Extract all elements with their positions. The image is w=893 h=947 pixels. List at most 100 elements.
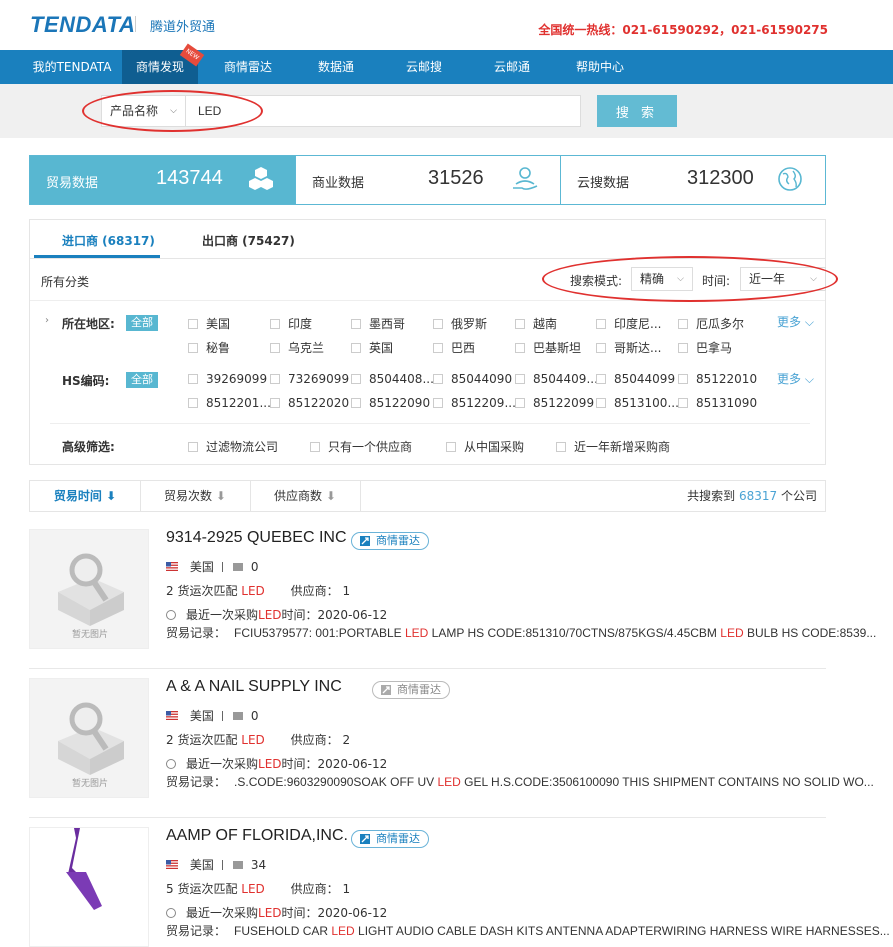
checkbox[interactable] [188,398,198,408]
hs-option[interactable]: 85044090 [433,372,512,386]
search-mode-select[interactable]: 精确 ⌵ [631,267,693,291]
hs-option[interactable]: 85122099 [515,396,594,410]
checkbox[interactable] [678,374,688,384]
region-option[interactable]: 越南 [515,315,557,332]
company-name[interactable]: AAMP OF FLORIDA,INC. [166,827,348,845]
search-button[interactable]: 搜 索 [597,95,677,127]
hs-option[interactable]: 85044099 [596,372,675,386]
radar-button[interactable]: 商情雷达 [351,532,429,550]
hs-option[interactable]: 73269099 [270,372,349,386]
checkbox[interactable] [270,374,280,384]
checkbox[interactable] [188,343,198,353]
checkbox[interactable] [433,319,443,329]
hs-option[interactable]: 85131090 [678,396,757,410]
time-select[interactable]: 近一年 ⌵ [740,267,826,291]
radar-button[interactable]: 商情雷达 [351,830,429,848]
checkbox[interactable] [515,319,525,329]
checkbox[interactable] [433,398,443,408]
hs-all-tag[interactable]: 全部 [126,372,158,388]
hs-option[interactable]: 85122020 [270,396,349,410]
hs-option[interactable]: 8512201... [188,396,271,410]
tendata-logo[interactable]: TENDATA [30,12,135,38]
checkbox[interactable] [596,319,606,329]
company-name[interactable]: A & A NAIL SUPPLY INC [166,678,342,696]
checkbox[interactable] [270,343,280,353]
hs-option[interactable]: 8512209... [433,396,516,410]
checkbox[interactable] [433,343,443,353]
stat-cloud-data[interactable]: 云搜数据 312300 [561,156,825,204]
region-option[interactable]: 秘鲁 [188,339,230,356]
hs-option[interactable]: 8504409... [515,372,598,386]
hs-option[interactable]: 8513100... [596,396,679,410]
checkbox[interactable] [596,374,606,384]
stat-trade-data[interactable]: 贸易数据 143744 [30,156,295,204]
nav-item-data[interactable]: 数据通 [298,50,374,84]
hotline-text: 全国统一热线：021-61590292，021-61590275 [538,23,828,37]
checkbox[interactable] [270,398,280,408]
region-option[interactable]: 巴西 [433,339,475,356]
nav-item-cloud-mail[interactable]: 云邮通 [474,50,550,84]
region-all-tag[interactable]: 全部 [126,315,158,331]
checkbox[interactable] [270,319,280,329]
region-option[interactable]: 哥斯达... [596,339,661,356]
tab-importers[interactable]: 进口商 (68317) [62,232,155,249]
checkbox[interactable] [678,398,688,408]
hs-option[interactable]: 85122090 [351,396,430,410]
nav-item-discovery[interactable]: 商情发现 NEW [122,43,205,84]
advanced-option[interactable]: 只有一个供应商 [310,438,412,455]
checkbox[interactable] [678,319,688,329]
checkbox[interactable] [515,398,525,408]
checkbox[interactable] [556,442,566,452]
nav-item-radar[interactable]: 商情雷达 [210,50,286,84]
checkbox[interactable] [188,374,198,384]
checkbox[interactable] [515,374,525,384]
sort-by-trade-time[interactable]: 贸易时间 ⬇ [30,481,140,511]
checkbox[interactable] [515,343,525,353]
region-more-link[interactable]: 更多 ⌵ [777,313,814,330]
region-option[interactable]: 巴基斯坦 [515,339,581,356]
checkbox[interactable] [310,442,320,452]
stat-business-data[interactable]: 商业数据 31526 [296,156,560,204]
region-option[interactable]: 墨西哥 [351,315,405,332]
checkbox[interactable] [188,319,198,329]
all-categories-link[interactable]: 所有分类 [41,273,89,290]
checkbox[interactable] [596,398,606,408]
checkbox[interactable] [351,319,361,329]
checkbox[interactable] [433,374,443,384]
hs-more-link[interactable]: 更多 ⌵ [777,370,814,387]
search-field-select[interactable]: 产品名称 ⌵ [101,95,185,127]
advanced-option[interactable]: 近一年新增采购商 [556,438,670,455]
advanced-option[interactable]: 从中国采购 [446,438,524,455]
region-option[interactable]: 英国 [351,339,393,356]
sort-down-icon: ⬇ [325,489,336,503]
nav-item-my-tendata[interactable]: 我的TENDATA [22,50,122,84]
checkbox[interactable] [596,343,606,353]
sort-by-supplier-count[interactable]: 供应商数 ⬇ [250,481,360,511]
radar-button[interactable]: 商情雷达 [372,681,450,699]
nav-item-cloud-mail-search[interactable]: 云邮搜 [386,50,462,84]
nav-item-help[interactable]: 帮助中心 [562,50,638,84]
company-name[interactable]: 9314-2925 QUEBEC INC [166,529,347,547]
checkbox[interactable] [446,442,456,452]
region-option[interactable]: 厄瓜多尔 [678,315,744,332]
region-option[interactable]: 美国 [188,315,230,332]
region-option[interactable]: 乌克兰 [270,339,324,356]
region-option[interactable]: 巴拿马 [678,339,732,356]
tab-exporters[interactable]: 出口商 (75427) [202,232,295,249]
hs-option[interactable]: 85122010 [678,372,757,386]
region-option[interactable]: 印度 [270,315,312,332]
checkbox[interactable] [351,374,361,384]
checkbox[interactable] [351,398,361,408]
advanced-option[interactable]: 过滤物流公司 [188,438,278,455]
region-option[interactable]: 俄罗斯 [433,315,487,332]
sort-by-trade-count[interactable]: 贸易次数 ⬇ [140,481,250,511]
checkbox[interactable] [188,442,198,452]
expand-chevron-icon[interactable]: › [45,315,49,326]
last-purchase-row: 最近一次采购LED时间：2020-06-12 [166,904,387,921]
region-option[interactable]: 印度尼... [596,315,661,332]
checkbox[interactable] [678,343,688,353]
hs-option[interactable]: 8504408... [351,372,434,386]
checkbox[interactable] [351,343,361,353]
search-input[interactable] [185,95,581,127]
hs-option[interactable]: 39269099 [188,372,267,386]
